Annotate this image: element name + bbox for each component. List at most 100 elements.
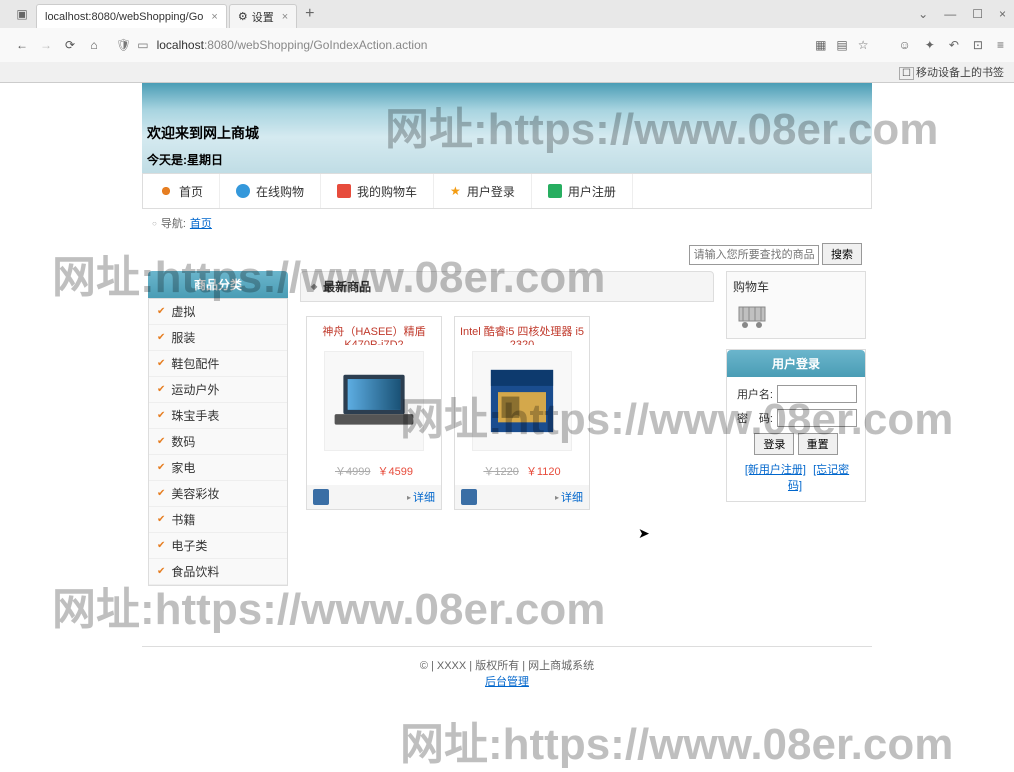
category-label: 虚拟 xyxy=(171,303,195,320)
nav-label: 在线购物 xyxy=(256,183,304,200)
category-label: 鞋包配件 xyxy=(171,355,219,372)
category-label: 运动户外 xyxy=(171,381,219,398)
tab-settings[interactable]: ⚙ 设置 × xyxy=(229,4,297,28)
category-title: 商品分类 xyxy=(148,271,288,298)
product-image[interactable] xyxy=(324,351,424,451)
new-price: ￥1120 xyxy=(526,466,561,478)
detail-link[interactable]: 详细 xyxy=(555,489,583,505)
library-icon[interactable]: ⊡ xyxy=(973,38,983,52)
category-item[interactable]: 数码 xyxy=(149,429,287,455)
category-item[interactable]: 美容彩妆 xyxy=(149,481,287,507)
nav-register[interactable]: 用户注册 xyxy=(532,174,633,208)
nav-shop[interactable]: 在线购物 xyxy=(220,174,321,208)
cart-title: 购物车 xyxy=(733,278,859,295)
register-link[interactable]: [新用户注册] xyxy=(745,464,806,476)
search-row: 搜索 xyxy=(142,237,872,271)
cpu-box-icon xyxy=(482,361,562,441)
star-icon: ★ xyxy=(450,184,461,198)
breadcrumb-label: 导航: xyxy=(161,215,186,231)
category-label: 食品饮料 xyxy=(171,563,219,580)
detail-link[interactable]: 详细 xyxy=(407,489,435,505)
product-grid: 神舟（HASEE）精盾K470P-i7D2 ￥4999 ￥4599 详细 xyxy=(300,302,714,524)
nav-home[interactable]: 首页 xyxy=(143,174,220,208)
qr-icon[interactable]: ▦ xyxy=(815,38,826,52)
category-label: 珠宝手表 xyxy=(171,407,219,424)
reset-button[interactable]: 重置 xyxy=(798,433,838,455)
cursor-icon: ➤ xyxy=(638,525,650,542)
new-tab-button[interactable]: + xyxy=(305,5,314,23)
category-item[interactable]: 服装 xyxy=(149,325,287,351)
cart-add-icon[interactable] xyxy=(313,489,329,505)
close-window-icon[interactable]: × xyxy=(999,7,1006,21)
watermark: 网址:https://www.08er.com xyxy=(400,708,953,772)
password-input[interactable] xyxy=(777,409,857,427)
category-item[interactable]: 电子类 xyxy=(149,533,287,559)
old-price: ￥4999 xyxy=(335,466,370,478)
search-button[interactable]: 搜索 xyxy=(822,243,862,265)
chevron-down-icon[interactable]: ⌄ xyxy=(918,7,928,21)
bookmark-bar: ☐移动设备上的书签 xyxy=(0,62,1014,82)
home-button[interactable]: ⌂ xyxy=(82,38,106,52)
sidebar-toggle-icon[interactable]: ▣ xyxy=(8,4,36,24)
url-bar[interactable]: 🛡 ▭ localhost:8080/webShopping/GoIndexAc… xyxy=(116,38,869,52)
mobile-bookmarks-link[interactable]: 移动设备上的书签 xyxy=(916,67,1004,79)
user-icon xyxy=(548,184,562,198)
tab-title: localhost:8080/webShopping/Go xyxy=(45,11,203,23)
close-icon[interactable]: × xyxy=(282,11,288,23)
username-input[interactable] xyxy=(777,385,857,403)
cart-icon[interactable] xyxy=(733,299,773,329)
account-icon[interactable]: ☺ xyxy=(899,38,911,52)
category-label: 服装 xyxy=(171,329,195,346)
forward-button[interactable]: → xyxy=(34,38,58,52)
shield-icon[interactable]: 🛡 xyxy=(116,38,131,52)
product-name[interactable]: Intel 酷睿i5 四核处理器 i5 2320 xyxy=(455,317,589,345)
product-footer: 详细 xyxy=(307,485,441,509)
cart-add-icon[interactable] xyxy=(461,489,477,505)
undo-icon[interactable]: ↶ xyxy=(949,38,959,52)
breadcrumb-home-link[interactable]: 首页 xyxy=(190,215,212,231)
search-input[interactable] xyxy=(689,245,819,265)
gear-icon: ⚙ xyxy=(238,10,248,23)
category-item[interactable]: 珠宝手表 xyxy=(149,403,287,429)
category-item[interactable]: 家电 xyxy=(149,455,287,481)
product-image[interactable] xyxy=(472,351,572,451)
category-item[interactable]: 鞋包配件 xyxy=(149,351,287,377)
maximize-icon[interactable]: ☐ xyxy=(972,7,983,21)
category-label: 家电 xyxy=(171,459,195,476)
category-item[interactable]: 运动户外 xyxy=(149,377,287,403)
old-price: ￥1220 xyxy=(483,466,518,478)
browser-chrome: ▣ localhost:8080/webShopping/Go × ⚙ 设置 ×… xyxy=(0,0,1014,83)
category-sidebar: 商品分类 虚拟 服装 鞋包配件 运动户外 珠宝手表 数码 家电 美容彩妆 书籍 … xyxy=(148,271,288,586)
bookmark-star-icon[interactable]: ☆ xyxy=(858,38,869,52)
section-title: 最新商品 xyxy=(300,271,714,302)
category-item[interactable]: 书籍 xyxy=(149,507,287,533)
username-row: 用户名: xyxy=(735,385,857,403)
close-icon[interactable]: × xyxy=(211,11,217,23)
nav-mycart[interactable]: 我的购物车 xyxy=(321,174,434,208)
category-item[interactable]: 食品饮料 xyxy=(149,559,287,585)
laptop-icon xyxy=(329,366,419,436)
nav-login[interactable]: ★ 用户登录 xyxy=(434,174,532,208)
login-button[interactable]: 登录 xyxy=(754,433,794,455)
reader-icon[interactable]: ▤ xyxy=(836,38,847,52)
login-title: 用户登录 xyxy=(727,350,865,377)
extensions-icon[interactable]: ✦ xyxy=(925,38,935,52)
date-text: 今天是:星期日 xyxy=(147,151,872,168)
username-label: 用户名: xyxy=(735,386,773,402)
menu-icon[interactable]: ≡ xyxy=(997,38,1004,52)
reload-button[interactable]: ⟳ xyxy=(58,38,82,52)
nav-label: 用户登录 xyxy=(467,183,515,200)
minimize-icon[interactable]: — xyxy=(944,7,956,21)
product-price: ￥1220 ￥1120 xyxy=(455,457,589,485)
nav-label: 首页 xyxy=(179,183,203,200)
page-icon: ▭ xyxy=(137,38,148,52)
product-name[interactable]: 神舟（HASEE）精盾K470P-i7D2 xyxy=(307,317,441,345)
product-price: ￥4999 ￥4599 xyxy=(307,457,441,485)
back-button[interactable]: ← xyxy=(10,38,34,52)
category-item[interactable]: 虚拟 xyxy=(149,299,287,325)
admin-link[interactable]: 后台管理 xyxy=(485,676,529,688)
category-label: 电子类 xyxy=(171,537,207,554)
welcome-text: 欢迎来到网上商城 xyxy=(147,123,872,143)
globe-icon xyxy=(236,184,250,198)
tab-active[interactable]: localhost:8080/webShopping/Go × xyxy=(36,4,227,28)
